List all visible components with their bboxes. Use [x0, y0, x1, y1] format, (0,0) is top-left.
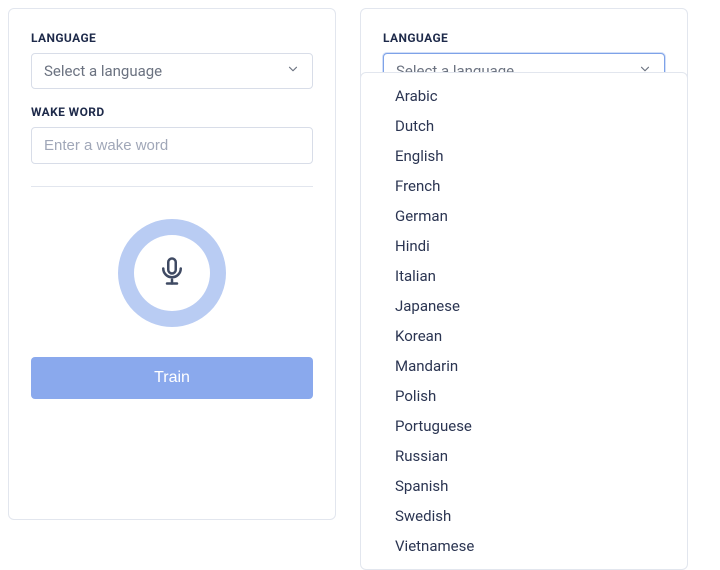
mic-inner	[134, 235, 210, 311]
language-option[interactable]: Hindi	[361, 231, 687, 261]
divider	[31, 186, 313, 187]
microphone-icon	[157, 256, 187, 290]
language-option[interactable]: French	[361, 171, 687, 201]
form-card-closed: LANGUAGE Select a language WAKE WORD	[8, 8, 336, 520]
language-option[interactable]: Russian	[361, 441, 687, 471]
chevron-down-icon	[286, 62, 300, 80]
language-option[interactable]: Italian	[361, 261, 687, 291]
language-option[interactable]: Mandarin	[361, 351, 687, 381]
language-dropdown[interactable]: ArabicDutchEnglishFrenchGermanHindiItali…	[360, 72, 688, 570]
language-option[interactable]: German	[361, 201, 687, 231]
language-option[interactable]: English	[361, 141, 687, 171]
language-option[interactable]: Arabic	[361, 81, 687, 111]
language-option[interactable]: Spanish	[361, 471, 687, 501]
mic-ring[interactable]	[118, 219, 226, 327]
language-option[interactable]: Polish	[361, 381, 687, 411]
language-option[interactable]: Portuguese	[361, 411, 687, 441]
mic-area	[31, 209, 313, 357]
language-option[interactable]: Dutch	[361, 111, 687, 141]
language-select-value: Select a language	[44, 62, 162, 80]
wakeword-label: WAKE WORD	[31, 105, 313, 119]
language-option[interactable]: Korean	[361, 321, 687, 351]
language-option[interactable]: Swedish	[361, 501, 687, 531]
language-option[interactable]: Japanese	[361, 291, 687, 321]
wakeword-input[interactable]	[31, 127, 313, 164]
language-label: LANGUAGE	[383, 31, 665, 45]
language-option[interactable]: Vietnamese	[361, 531, 687, 561]
train-button[interactable]: Train	[31, 357, 313, 399]
language-select[interactable]: Select a language	[31, 53, 313, 89]
language-label: LANGUAGE	[31, 31, 313, 45]
